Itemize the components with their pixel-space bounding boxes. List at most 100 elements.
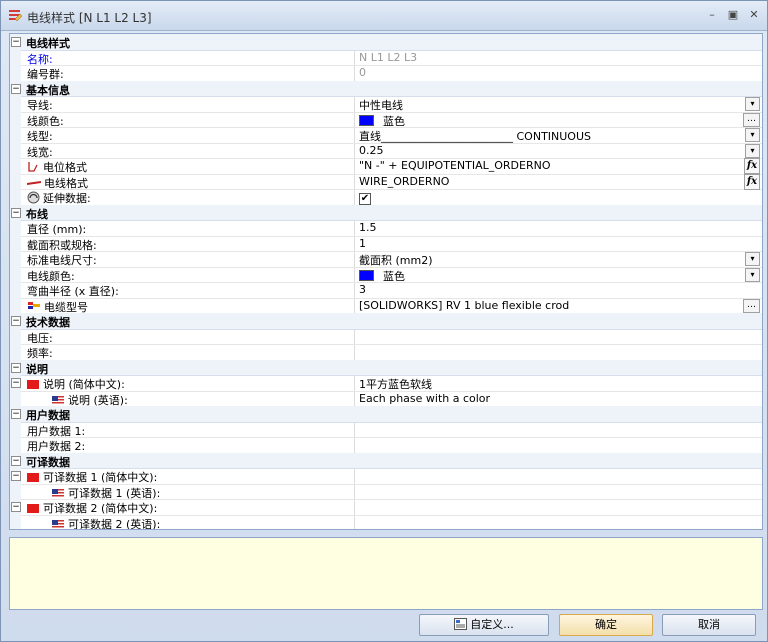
value-text: 直线________________________ CONTINUOUS (359, 130, 591, 143)
label-text: 技术数据 (26, 316, 70, 329)
value-text: 0.25 (359, 143, 384, 157)
property-row[interactable]: 截面积或规格: 1 (10, 235, 762, 252)
china-flag-icon (27, 504, 39, 513)
label-text: 电线颜色: (27, 269, 75, 283)
property-row[interactable]: 弯曲半径 (x 直径): 3 (10, 282, 762, 299)
category-row[interactable]: − 用户数据 (10, 406, 762, 423)
minimize-button[interactable]: – (704, 8, 720, 22)
property-value[interactable]: N L1 L2 L3 (359, 51, 417, 64)
dropdown-button[interactable]: ▾ (745, 128, 760, 142)
property-row[interactable]: − 可译数据 2 (简体中文): (10, 499, 762, 516)
maximize-button[interactable]: ▣ (725, 8, 741, 22)
collapse-toggle-icon[interactable]: − (11, 207, 21, 218)
property-row[interactable]: 线颜色: 蓝色… (10, 111, 762, 128)
property-row[interactable]: 直径 (mm): 1.5 (10, 220, 762, 237)
property-value[interactable]: [SOLIDWORKS] RV 1 blue flexible crod (359, 299, 569, 312)
collapse-toggle-icon[interactable]: − (11, 316, 21, 326)
property-row[interactable]: 用户数据 1: (10, 421, 762, 438)
collapse-toggle-icon[interactable]: − (11, 409, 21, 419)
category-row[interactable]: − 说明 (10, 359, 762, 376)
label-text: 可译数据 1 (英语): (68, 486, 161, 500)
us-flag-icon (52, 395, 64, 405)
extended-data-checkbox[interactable]: ✔ (359, 193, 371, 205)
label-text: 直径 (mm): (27, 223, 87, 236)
collapse-toggle-icon[interactable]: − (11, 471, 21, 481)
property-value[interactable]: 0.25 (359, 144, 384, 157)
us-flag-icon (52, 488, 64, 498)
property-value[interactable]: ✔ (359, 190, 371, 205)
property-row[interactable]: 标准电线尺寸: 截面积 (mm2) ▾ (10, 251, 762, 268)
property-value[interactable]: 1 (359, 237, 366, 250)
label-text: 延伸数据: (43, 192, 91, 205)
property-row[interactable]: − 说明 (简体中文): 1平方蓝色软线 (10, 375, 762, 392)
category-row[interactable]: − 基本信息 (10, 80, 762, 97)
dropdown-button[interactable]: ▾ (745, 267, 760, 282)
property-row[interactable]: 编号群: 0 (10, 65, 762, 82)
collapse-toggle-icon[interactable]: − (11, 502, 21, 512)
collapse-toggle-icon[interactable]: − (11, 83, 21, 94)
label-text: 频率: (27, 347, 53, 360)
customize-icon (454, 618, 468, 630)
row-gutter (10, 328, 21, 344)
property-row[interactable]: 可译数据 1 (英语): (10, 483, 762, 500)
cancel-button[interactable]: 取消 (662, 614, 756, 636)
category-row[interactable]: − 技术数据 (10, 313, 762, 330)
row-gutter (10, 235, 21, 251)
label-text: 导线: (27, 99, 53, 112)
label-text: 用户数据 (26, 409, 70, 422)
property-row[interactable]: 用户数据 2: (10, 437, 762, 454)
property-row[interactable]: 延伸数据: ✔ (10, 189, 762, 206)
category-row[interactable]: − 布线 (10, 204, 762, 221)
category-row[interactable]: − 电线样式 (10, 34, 762, 51)
property-row[interactable]: 频率: (10, 344, 762, 361)
browse-button[interactable]: … (743, 112, 760, 127)
property-row[interactable]: 电缆型号 [SOLIDWORKS] RV 1 blue flexible crod… (10, 297, 762, 314)
label-text: 线颜色: (27, 114, 64, 128)
property-row[interactable]: 可译数据 2 (英语): (10, 514, 762, 529)
category-row[interactable]: − 可译数据 (10, 452, 762, 469)
color-swatch (359, 269, 374, 281)
property-row[interactable]: 电位格式 "N -" + EQUIPOTENTIAL_ORDERNO fx (10, 158, 762, 175)
collapse-toggle-icon[interactable]: − (11, 362, 21, 373)
property-value[interactable]: 3 (359, 283, 366, 296)
dropdown-button[interactable]: ▾ (745, 97, 760, 111)
china-flag-icon (27, 380, 39, 389)
title-bar[interactable]: 电线样式 [N L1 L2 L3] – ▣ ✕ (1, 1, 767, 31)
label-text: 电线样式 (26, 37, 70, 50)
property-row[interactable]: 名称: N L1 L2 L3 (10, 49, 762, 66)
row-gutter (10, 96, 21, 112)
dropdown-button[interactable]: ▾ (745, 143, 760, 158)
property-value[interactable]: 1.5 (359, 221, 377, 234)
collapse-toggle-icon[interactable]: − (11, 455, 21, 466)
row-gutter (10, 514, 21, 529)
label-text: 基本信息 (26, 83, 70, 97)
collapse-toggle-icon[interactable]: − (11, 37, 21, 47)
property-row[interactable]: 导线: 中性电线 ▾ (10, 96, 762, 113)
property-row[interactable]: 线型: 直线________________________ CONTINUOUS… (10, 127, 762, 144)
ok-button[interactable]: 确定 (559, 614, 653, 636)
formula-button[interactable]: fx (744, 158, 760, 174)
property-value[interactable]: "N -" + EQUIPOTENTIAL_ORDERNO (359, 159, 551, 172)
property-row[interactable]: 电线颜色: 蓝色 ▾ (10, 266, 762, 283)
us-flag-icon (52, 519, 64, 529)
property-value[interactable]: WIRE_ORDERNO (359, 175, 449, 188)
close-button[interactable]: ✕ (746, 8, 762, 22)
value-text: Each phase with a color (359, 391, 491, 405)
property-value[interactable]: 0 (359, 66, 366, 79)
label-text: 用户数据 2: (27, 440, 86, 453)
property-value[interactable]: Each phase with a color (359, 392, 490, 405)
row-gutter (10, 344, 21, 360)
row-gutter (10, 483, 21, 499)
property-grid[interactable]: − 电线样式 名称: N L1 L2 L3 编号群: 0− 基本信息 导线: 中性电线 ▾ 线颜色:… (9, 33, 763, 530)
formula-button[interactable]: fx (744, 173, 760, 190)
value-text: 1平方蓝色软线 (359, 378, 432, 391)
property-row[interactable]: 说明 (英语): Each phase with a color (10, 390, 762, 407)
property-row[interactable]: 线宽: 0.25 ▾ (10, 142, 762, 159)
collapse-toggle-icon[interactable]: − (11, 378, 21, 388)
customize-button[interactable]: 自定义... (419, 614, 549, 636)
property-row[interactable]: 电线格式 WIRE_ORDERNO fx (10, 173, 762, 190)
property-row[interactable]: − 可译数据 1 (简体中文): (10, 468, 762, 485)
property-row[interactable]: 电压: (10, 328, 762, 345)
browse-button[interactable]: … (743, 298, 760, 313)
dropdown-button[interactable]: ▾ (745, 252, 760, 266)
